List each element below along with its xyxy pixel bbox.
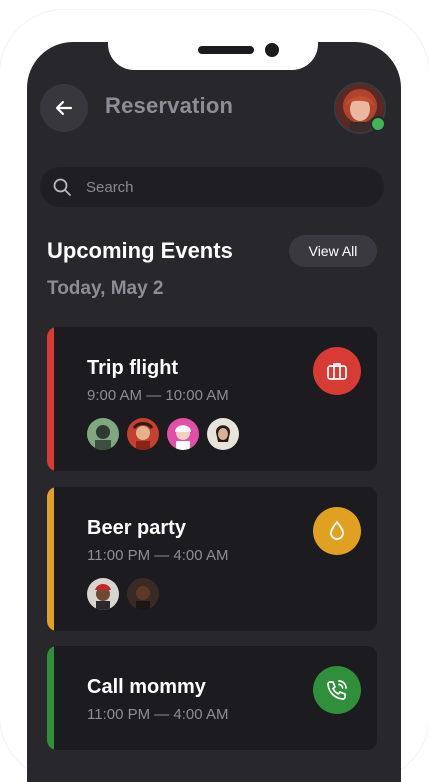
section-title: Upcoming Events [47, 238, 233, 263]
event-card-beer-party[interactable]: Beer party 11:00 PM — 4:00 AM [47, 487, 377, 631]
date-label: Today, May 2 [47, 278, 164, 299]
back-button[interactable] [40, 84, 88, 132]
attendee-avatar[interactable] [87, 578, 119, 610]
arrow-left-icon [55, 100, 73, 116]
speaker-grille [198, 46, 254, 54]
search-bar[interactable] [40, 167, 384, 207]
page-title: Reservation [105, 93, 234, 118]
drop-icon [330, 521, 344, 540]
attendee-list [87, 418, 247, 450]
attendee-avatar[interactable] [167, 418, 199, 450]
view-all-button[interactable]: View All [289, 235, 377, 267]
event-accent-stripe [47, 487, 54, 631]
event-title: Beer party [87, 517, 186, 539]
front-camera [265, 43, 279, 57]
event-title: Call mommy [87, 676, 206, 698]
event-accent-stripe [47, 646, 54, 750]
phone-call-icon [327, 680, 347, 700]
search-icon [53, 178, 71, 196]
search-input[interactable] [84, 177, 368, 197]
attendee-avatar[interactable] [127, 418, 159, 450]
event-card-trip-flight[interactable]: Trip flight 9:00 AM — 10:00 AM [47, 327, 377, 471]
event-time: 11:00 PM — 4:00 AM [87, 547, 229, 564]
briefcase-icon [327, 363, 347, 380]
event-time: 11:00 PM — 4:00 AM [87, 706, 229, 723]
attendee-avatar[interactable] [207, 418, 239, 450]
event-card-call-mommy[interactable]: Call mommy 11:00 PM — 4:00 AM [47, 646, 377, 750]
online-status-dot [370, 116, 386, 132]
user-avatar[interactable] [336, 84, 386, 132]
attendee-avatar[interactable] [127, 578, 159, 610]
event-time: 9:00 AM — 10:00 AM [87, 387, 229, 404]
event-icon-button[interactable] [313, 666, 361, 714]
event-icon-button[interactable] [313, 507, 361, 555]
event-icon-button[interactable] [313, 347, 361, 395]
attendee-list [87, 578, 167, 610]
event-title: Trip flight [87, 357, 179, 379]
attendee-avatar[interactable] [87, 418, 119, 450]
event-accent-stripe [47, 327, 54, 471]
